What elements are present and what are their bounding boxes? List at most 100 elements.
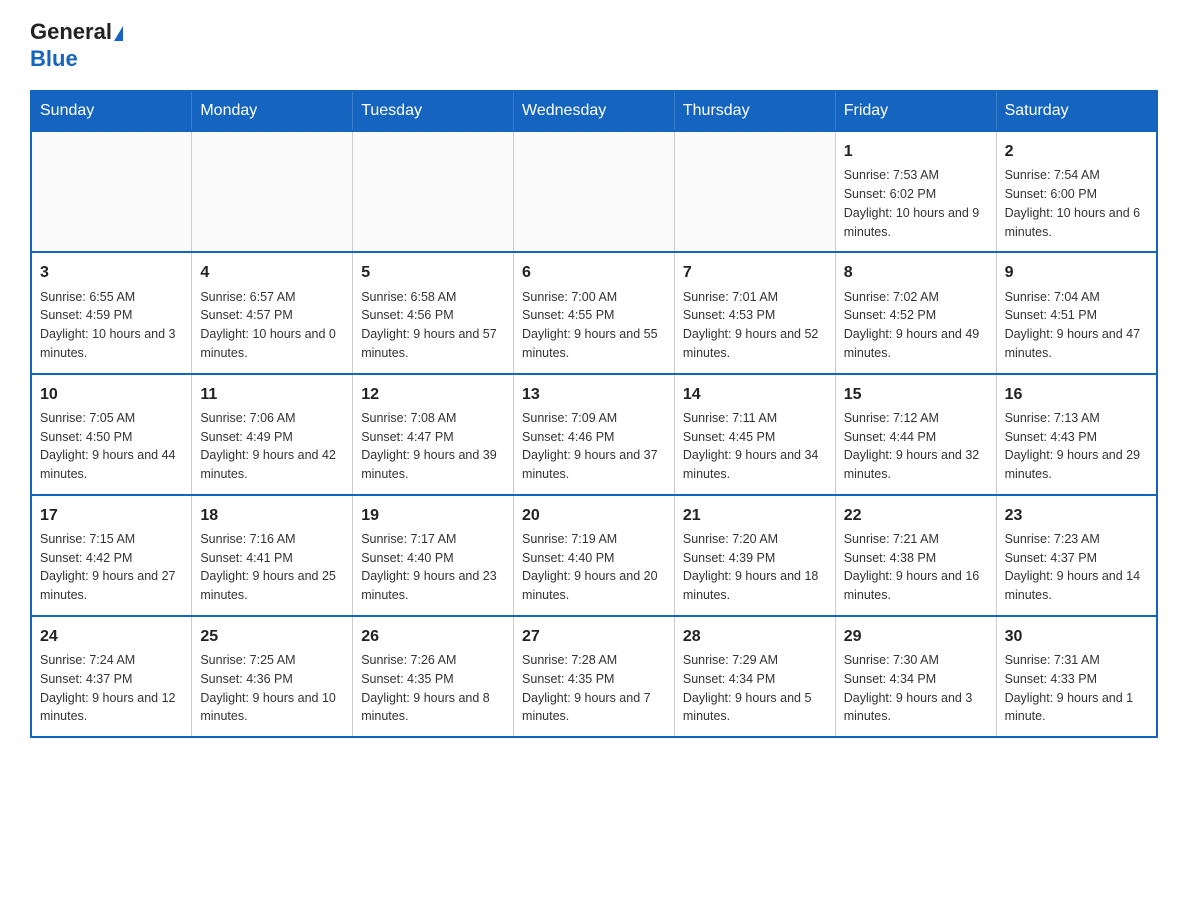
day-info: Sunrise: 7:17 AM Sunset: 4:40 PM Dayligh…: [361, 530, 505, 605]
day-number: 7: [683, 261, 827, 284]
day-number: 15: [844, 383, 988, 406]
day-number: 13: [522, 383, 666, 406]
day-number: 2: [1005, 140, 1148, 163]
calendar-cell: 17 Sunrise: 7:15 AM Sunset: 4:42 PM Dayli…: [31, 495, 192, 616]
logo-general-text: General: [30, 20, 112, 44]
calendar-cell: 27 Sunrise: 7:28 AM Sunset: 4:35 PM Dayli…: [514, 616, 675, 737]
weekday-header-friday: Friday: [835, 91, 996, 131]
day-info: Sunrise: 7:54 AM Sunset: 6:00 PM Dayligh…: [1005, 166, 1148, 241]
day-info: Sunrise: 7:23 AM Sunset: 4:37 PM Dayligh…: [1005, 530, 1148, 605]
logo-triangle-icon: [114, 26, 123, 41]
logo-blue-text: Blue: [30, 46, 78, 71]
calendar-cell: 2 Sunrise: 7:54 AM Sunset: 6:00 PM Daylig…: [996, 131, 1157, 252]
day-info: Sunrise: 7:09 AM Sunset: 4:46 PM Dayligh…: [522, 409, 666, 484]
calendar-cell: 19 Sunrise: 7:17 AM Sunset: 4:40 PM Dayli…: [353, 495, 514, 616]
day-number: 12: [361, 383, 505, 406]
day-info: Sunrise: 7:00 AM Sunset: 4:55 PM Dayligh…: [522, 288, 666, 363]
day-info: Sunrise: 7:15 AM Sunset: 4:42 PM Dayligh…: [40, 530, 183, 605]
day-info: Sunrise: 7:29 AM Sunset: 4:34 PM Dayligh…: [683, 651, 827, 726]
calendar-cell: [514, 131, 675, 252]
day-info: Sunrise: 7:13 AM Sunset: 4:43 PM Dayligh…: [1005, 409, 1148, 484]
day-info: Sunrise: 7:31 AM Sunset: 4:33 PM Dayligh…: [1005, 651, 1148, 726]
day-number: 20: [522, 504, 666, 527]
day-number: 4: [200, 261, 344, 284]
day-number: 28: [683, 625, 827, 648]
day-info: Sunrise: 7:02 AM Sunset: 4:52 PM Dayligh…: [844, 288, 988, 363]
calendar-cell: 18Sunrise: 7:16 AM Sunset: 4:41 PM Dayli…: [192, 495, 353, 616]
day-info: Sunrise: 7:25 AM Sunset: 4:36 PM Dayligh…: [200, 651, 344, 726]
weekday-header-monday: Monday: [192, 91, 353, 131]
calendar-cell: 14Sunrise: 7:11 AM Sunset: 4:45 PM Dayli…: [674, 374, 835, 495]
calendar-cell: 11Sunrise: 7:06 AM Sunset: 4:49 PM Dayli…: [192, 374, 353, 495]
week-row-1: 1 Sunrise: 7:53 AM Sunset: 6:02 PM Daylig…: [31, 131, 1157, 252]
day-number: 6: [522, 261, 666, 284]
day-number: 24: [40, 625, 183, 648]
weekday-header-tuesday: Tuesday: [353, 91, 514, 131]
day-number: 25: [200, 625, 344, 648]
day-info: Sunrise: 7:53 AM Sunset: 6:02 PM Dayligh…: [844, 166, 988, 241]
calendar-cell: 10Sunrise: 7:05 AM Sunset: 4:50 PM Dayli…: [31, 374, 192, 495]
day-info: Sunrise: 7:28 AM Sunset: 4:35 PM Dayligh…: [522, 651, 666, 726]
calendar-cell: 4 Sunrise: 6:57 AM Sunset: 4:57 PM Daylig…: [192, 252, 353, 373]
calendar-cell: 7 Sunrise: 7:01 AM Sunset: 4:53 PM Daylig…: [674, 252, 835, 373]
calendar-cell: 22 Sunrise: 7:21 AM Sunset: 4:38 PM Dayli…: [835, 495, 996, 616]
calendar-cell: [674, 131, 835, 252]
day-number: 1: [844, 140, 988, 163]
day-info: Sunrise: 7:06 AM Sunset: 4:49 PM Dayligh…: [200, 409, 344, 484]
header: General Blue: [30, 20, 1158, 72]
day-number: 29: [844, 625, 988, 648]
day-number: 19: [361, 504, 505, 527]
calendar-cell: 9 Sunrise: 7:04 AM Sunset: 4:51 PM Daylig…: [996, 252, 1157, 373]
calendar-cell: [353, 131, 514, 252]
calendar-cell: 6 Sunrise: 7:00 AM Sunset: 4:55 PM Daylig…: [514, 252, 675, 373]
day-info: Sunrise: 6:58 AM Sunset: 4:56 PM Dayligh…: [361, 288, 505, 363]
calendar-cell: 20 Sunrise: 7:19 AM Sunset: 4:40 PM Dayli…: [514, 495, 675, 616]
day-number: 9: [1005, 261, 1148, 284]
day-info: Sunrise: 7:01 AM Sunset: 4:53 PM Dayligh…: [683, 288, 827, 363]
day-info: Sunrise: 7:04 AM Sunset: 4:51 PM Dayligh…: [1005, 288, 1148, 363]
calendar-cell: 16 Sunrise: 7:13 AM Sunset: 4:43 PM Dayli…: [996, 374, 1157, 495]
calendar-cell: 12Sunrise: 7:08 AM Sunset: 4:47 PM Dayli…: [353, 374, 514, 495]
calendar-cell: 3 Sunrise: 6:55 AM Sunset: 4:59 PM Daylig…: [31, 252, 192, 373]
day-number: 16: [1005, 383, 1148, 406]
day-number: 14: [683, 383, 827, 406]
calendar-cell: 5 Sunrise: 6:58 AM Sunset: 4:56 PM Daylig…: [353, 252, 514, 373]
calendar-cell: 25 Sunrise: 7:25 AM Sunset: 4:36 PM Dayli…: [192, 616, 353, 737]
calendar-cell: 28 Sunrise: 7:29 AM Sunset: 4:34 PM Dayli…: [674, 616, 835, 737]
calendar-cell: 23 Sunrise: 7:23 AM Sunset: 4:37 PM Dayli…: [996, 495, 1157, 616]
day-number: 18: [200, 504, 344, 527]
weekday-header-row: SundayMondayTuesdayWednesdayThursdayFrid…: [31, 91, 1157, 131]
day-number: 26: [361, 625, 505, 648]
calendar-cell: 24Sunrise: 7:24 AM Sunset: 4:37 PM Dayli…: [31, 616, 192, 737]
day-info: Sunrise: 6:55 AM Sunset: 4:59 PM Dayligh…: [40, 288, 183, 363]
weekday-header-wednesday: Wednesday: [514, 91, 675, 131]
week-row-3: 10Sunrise: 7:05 AM Sunset: 4:50 PM Dayli…: [31, 374, 1157, 495]
day-info: Sunrise: 7:12 AM Sunset: 4:44 PM Dayligh…: [844, 409, 988, 484]
calendar-cell: 1 Sunrise: 7:53 AM Sunset: 6:02 PM Daylig…: [835, 131, 996, 252]
weekday-header-thursday: Thursday: [674, 91, 835, 131]
week-row-2: 3 Sunrise: 6:55 AM Sunset: 4:59 PM Daylig…: [31, 252, 1157, 373]
day-number: 5: [361, 261, 505, 284]
day-number: 3: [40, 261, 183, 284]
day-info: Sunrise: 7:19 AM Sunset: 4:40 PM Dayligh…: [522, 530, 666, 605]
day-info: Sunrise: 7:20 AM Sunset: 4:39 PM Dayligh…: [683, 530, 827, 605]
calendar-cell: 21 Sunrise: 7:20 AM Sunset: 4:39 PM Dayli…: [674, 495, 835, 616]
calendar-cell: 26 Sunrise: 7:26 AM Sunset: 4:35 PM Dayli…: [353, 616, 514, 737]
weekday-header-saturday: Saturday: [996, 91, 1157, 131]
day-number: 17: [40, 504, 183, 527]
day-number: 27: [522, 625, 666, 648]
weekday-header-sunday: Sunday: [31, 91, 192, 131]
day-number: 21: [683, 504, 827, 527]
week-row-4: 17 Sunrise: 7:15 AM Sunset: 4:42 PM Dayli…: [31, 495, 1157, 616]
day-info: Sunrise: 7:26 AM Sunset: 4:35 PM Dayligh…: [361, 651, 505, 726]
day-number: 23: [1005, 504, 1148, 527]
day-number: 30: [1005, 625, 1148, 648]
day-info: Sunrise: 6:57 AM Sunset: 4:57 PM Dayligh…: [200, 288, 344, 363]
day-number: 22: [844, 504, 988, 527]
day-info: Sunrise: 7:30 AM Sunset: 4:34 PM Dayligh…: [844, 651, 988, 726]
calendar-table: SundayMondayTuesdayWednesdayThursdayFrid…: [30, 90, 1158, 738]
calendar-cell: [31, 131, 192, 252]
day-number: 10: [40, 383, 183, 406]
day-number: 8: [844, 261, 988, 284]
day-info: Sunrise: 7:21 AM Sunset: 4:38 PM Dayligh…: [844, 530, 988, 605]
